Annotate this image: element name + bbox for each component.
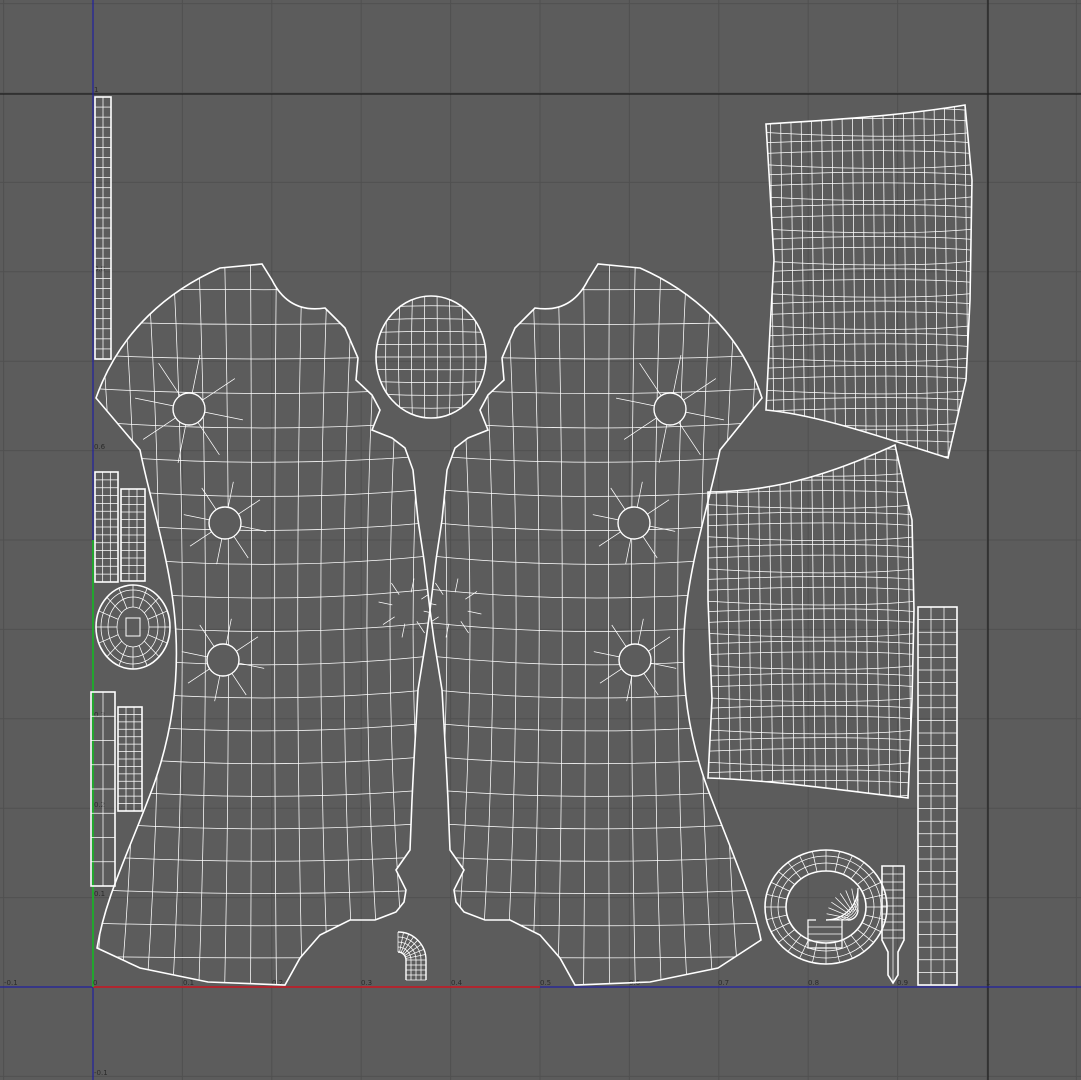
v-label: 0.3 — [94, 711, 105, 719]
uv-canvas[interactable]: -0.1 0 0.1 0.2 0.3 0.4 0.5 0.6 0.7 0.8 0… — [0, 0, 1081, 1080]
u-label: 0.3 — [361, 979, 372, 987]
button-holes-icon — [125, 617, 141, 637]
hole-icon — [172, 392, 206, 426]
shell-button[interactable] — [95, 584, 171, 670]
u-label: 0.1 — [183, 979, 194, 987]
u-label: 1 — [986, 979, 990, 987]
u-label: 0.2 — [272, 979, 283, 987]
u-label: 0.4 — [451, 979, 463, 987]
v-label: 0.6 — [94, 443, 106, 451]
u-label: 0 — [93, 979, 97, 987]
hole-icon — [206, 643, 240, 677]
v-label: 0.1 — [94, 890, 105, 898]
v-label: -0.1 — [94, 1069, 108, 1077]
hole-icon — [617, 506, 651, 540]
u-label: 0.9 — [897, 979, 908, 987]
hole-icon — [653, 392, 687, 426]
hole-icon — [208, 506, 242, 540]
uv-editor-viewport[interactable]: -0.1 0 0.1 0.2 0.3 0.4 0.5 0.6 0.7 0.8 0… — [0, 0, 1081, 1080]
hole-icon — [618, 643, 652, 677]
v-label: 1 — [94, 86, 98, 94]
u-label: -0.1 — [4, 979, 18, 987]
u-label: 0.8 — [808, 979, 819, 987]
u-label: 0.7 — [718, 979, 729, 987]
u-label: 0.5 — [540, 979, 551, 987]
v-label: 0.2 — [94, 801, 105, 809]
